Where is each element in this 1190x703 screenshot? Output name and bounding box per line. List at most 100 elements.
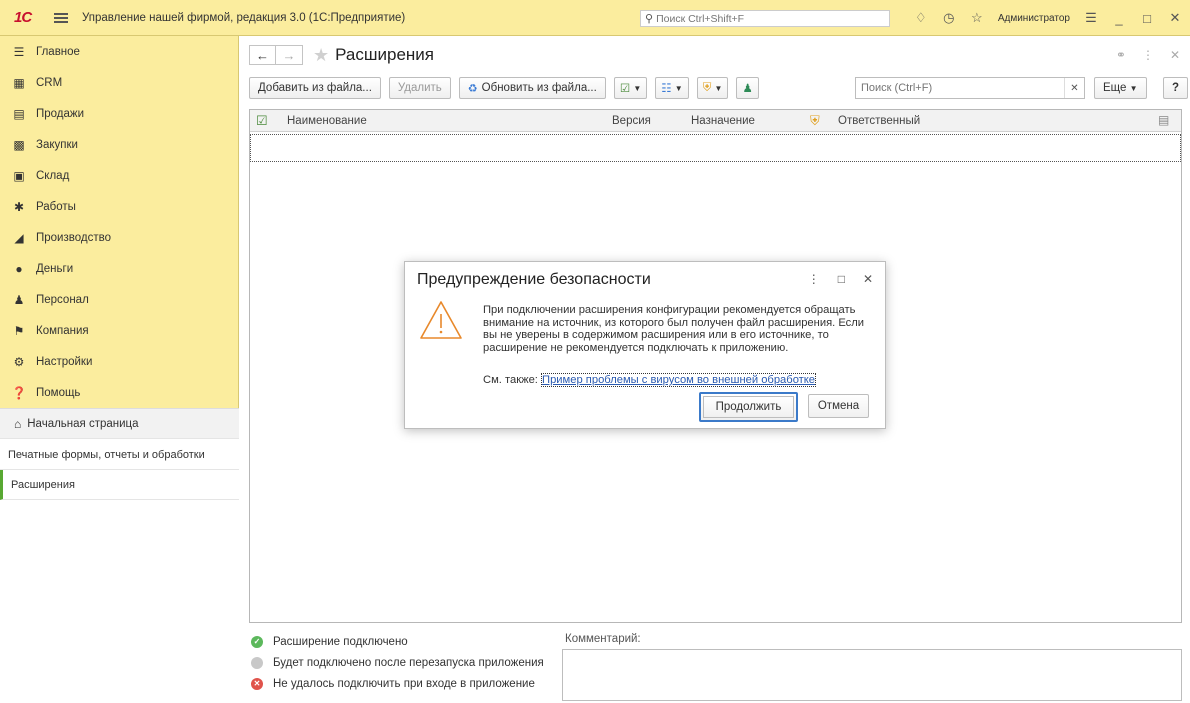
safe-mode-column-icon: ⛨ bbox=[810, 113, 820, 128]
checkbox-icon: ☑ bbox=[619, 83, 631, 95]
safe-mode-dropdown-button[interactable]: ⛨ ▼ bbox=[696, 77, 729, 99]
purchases-icon: ▩ bbox=[13, 137, 25, 152]
minimize-icon[interactable]: _ bbox=[1112, 11, 1126, 26]
favorite-star-icon[interactable]: ★ bbox=[313, 45, 329, 66]
legend-label: Будет подключено после перезапуска прило… bbox=[273, 656, 544, 669]
column-name[interactable]: Наименование bbox=[287, 115, 367, 127]
link-icon[interactable]: ⚭ bbox=[1116, 48, 1126, 62]
update-icon: ♻ bbox=[467, 82, 478, 95]
sidebar-item-warehouse[interactable]: ▣ Склад bbox=[0, 160, 238, 191]
sidebar-item-crm[interactable]: ▦ CRM bbox=[0, 67, 238, 98]
more-actions-icon[interactable]: ⋮ bbox=[1142, 48, 1154, 62]
sidebar-item-works[interactable]: ✱ Работы bbox=[0, 191, 238, 222]
help-button[interactable]: ? bbox=[1163, 77, 1189, 99]
table-header: ☑ Наименование Версия Назначение ⛨ Ответ… bbox=[250, 110, 1181, 132]
menu-icon: ☰ bbox=[13, 44, 25, 59]
sidebar-item-main[interactable]: ☰ Главное bbox=[0, 36, 238, 67]
chevron-down-icon: ▼ bbox=[674, 83, 683, 93]
sidebar-item-help[interactable]: ❓ Помощь bbox=[0, 377, 238, 408]
close-icon[interactable]: ✕ bbox=[1168, 10, 1182, 25]
maximize-icon[interactable]: □ bbox=[1140, 11, 1154, 26]
bell-icon[interactable]: ♢ bbox=[914, 10, 928, 25]
sidebar-item-label: Склад bbox=[36, 169, 70, 182]
clear-search-icon[interactable]: ✕ bbox=[1064, 78, 1084, 98]
see-also-label: См. также: bbox=[483, 374, 538, 386]
list-search-input[interactable] bbox=[856, 82, 1064, 94]
sidebar-item-personnel[interactable]: ♟ Персонал bbox=[0, 284, 238, 315]
warehouse-icon: ▣ bbox=[13, 168, 25, 183]
comment-label: Комментарий: bbox=[565, 633, 641, 645]
user-name[interactable]: Администратор bbox=[998, 13, 1070, 24]
sidebar-item-label: Производство bbox=[36, 231, 111, 244]
sidebar-item-money[interactable]: ● Деньги bbox=[0, 253, 238, 284]
open-window-print-forms[interactable]: Печатные формы, отчеты и обработки bbox=[0, 439, 239, 470]
gray-circle-icon bbox=[251, 656, 263, 669]
close-tab-icon[interactable]: ✕ bbox=[1170, 48, 1180, 62]
flag-icon: ⚑ bbox=[13, 323, 25, 338]
sidebar-item-label: Работы bbox=[36, 200, 76, 213]
continue-button-label: Продолжить bbox=[703, 396, 794, 418]
more-button[interactable]: Еще ▼ bbox=[1094, 77, 1147, 99]
comment-column-icon: ▤ bbox=[1158, 113, 1170, 127]
sidebar-item-sales[interactable]: ▤ Продажи bbox=[0, 98, 238, 129]
toolbar: Добавить из файла... Удалить ♻ Обновить и… bbox=[249, 77, 1189, 99]
sidebar-item-label: Компания bbox=[36, 324, 89, 337]
home-icon: ⌂ bbox=[14, 416, 22, 431]
help-icon: ❓ bbox=[11, 385, 27, 400]
dialog-message: При подключении расширения конфигурации … bbox=[483, 304, 865, 354]
legend-label: Не удалось подключить при входе в прилож… bbox=[273, 677, 535, 690]
dialog-close-icon[interactable]: ✕ bbox=[863, 272, 873, 286]
virus-example-link[interactable]: Пример проблемы с вирусом во внешней обр… bbox=[541, 373, 817, 387]
back-button[interactable]: ← bbox=[249, 45, 276, 65]
settings-menu-icon[interactable]: ☰ bbox=[1084, 10, 1098, 25]
app-title: Управление нашей фирмой, редакция 3.0 (1… bbox=[82, 11, 406, 24]
dialog-more-icon[interactable]: ⋮ bbox=[808, 272, 820, 286]
gear-icon: ⚙ bbox=[13, 354, 25, 369]
delete-button[interactable]: Удалить bbox=[388, 77, 451, 99]
continue-button[interactable]: Продолжить bbox=[699, 392, 798, 422]
scope-dropdown-button[interactable]: ☷ ▼ bbox=[655, 77, 689, 99]
comment-field[interactable] bbox=[562, 649, 1182, 701]
global-search-input[interactable] bbox=[656, 12, 877, 25]
page-title: Расширения bbox=[335, 45, 435, 64]
home-page-label: Начальная страница bbox=[27, 417, 139, 430]
column-responsible[interactable]: Ответственный bbox=[838, 115, 920, 127]
home-page-link[interactable]: ⌂ Начальная страница bbox=[0, 409, 239, 439]
sidebar-item-label: Главное bbox=[36, 45, 80, 58]
add-from-file-button[interactable]: Добавить из файла... bbox=[249, 77, 381, 99]
legend-label: Расширение подключено bbox=[273, 635, 408, 648]
security-warning-dialog: Предупреждение безопасности ⋮ □ ✕ При по… bbox=[404, 261, 886, 429]
warning-triangle-icon bbox=[420, 301, 462, 339]
dialog-maximize-icon[interactable]: □ bbox=[838, 272, 845, 286]
check-circle-icon: ✓ bbox=[251, 635, 263, 648]
cart-icon: ▤ bbox=[13, 106, 25, 121]
column-purpose[interactable]: Назначение bbox=[691, 115, 755, 127]
main-menu-icon[interactable] bbox=[54, 12, 68, 23]
chevron-down-icon: ▼ bbox=[633, 83, 642, 93]
crm-icon: ▦ bbox=[13, 75, 25, 90]
sidebar-item-production[interactable]: ◢ Производство bbox=[0, 222, 238, 253]
column-version[interactable]: Версия bbox=[612, 115, 651, 127]
sidebar-item-purchases[interactable]: ▩ Закупки bbox=[0, 129, 238, 160]
global-search[interactable]: ⚲ bbox=[640, 10, 890, 27]
sidebar-item-settings[interactable]: ⚙ Настройки bbox=[0, 346, 238, 377]
legend-item-pending: Будет подключено после перезапуска прило… bbox=[251, 652, 544, 673]
history-icon[interactable]: ◷ bbox=[942, 10, 956, 25]
open-window-extensions[interactable]: Расширения bbox=[0, 470, 239, 500]
sidebar-item-label: Настройки bbox=[36, 355, 93, 368]
cancel-button[interactable]: Отмена bbox=[808, 394, 869, 418]
active-dropdown-button[interactable]: ☑ ▼ bbox=[613, 77, 648, 99]
update-from-file-button[interactable]: ♻ Обновить из файла... bbox=[458, 77, 606, 99]
status-legend: ✓ Расширение подключено Будет подключено … bbox=[251, 631, 544, 694]
see-also: См. также: Пример проблемы с вирусом во … bbox=[483, 373, 817, 387]
responsible-button[interactable]: ♟ bbox=[736, 77, 759, 99]
table-row[interactable] bbox=[250, 134, 1181, 162]
money-icon: ● bbox=[15, 261, 23, 276]
chevron-down-icon: ▼ bbox=[714, 83, 723, 93]
list-search[interactable]: ✕ bbox=[855, 77, 1085, 99]
title-bar: 1С Управление нашей фирмой, редакция 3.0… bbox=[0, 0, 1190, 36]
sidebar-item-company[interactable]: ⚑ Компания bbox=[0, 315, 238, 346]
active-column-icon: ☑ bbox=[256, 113, 268, 128]
favorites-star-icon[interactable]: ☆ bbox=[970, 10, 984, 25]
forward-button[interactable]: → bbox=[276, 45, 303, 65]
